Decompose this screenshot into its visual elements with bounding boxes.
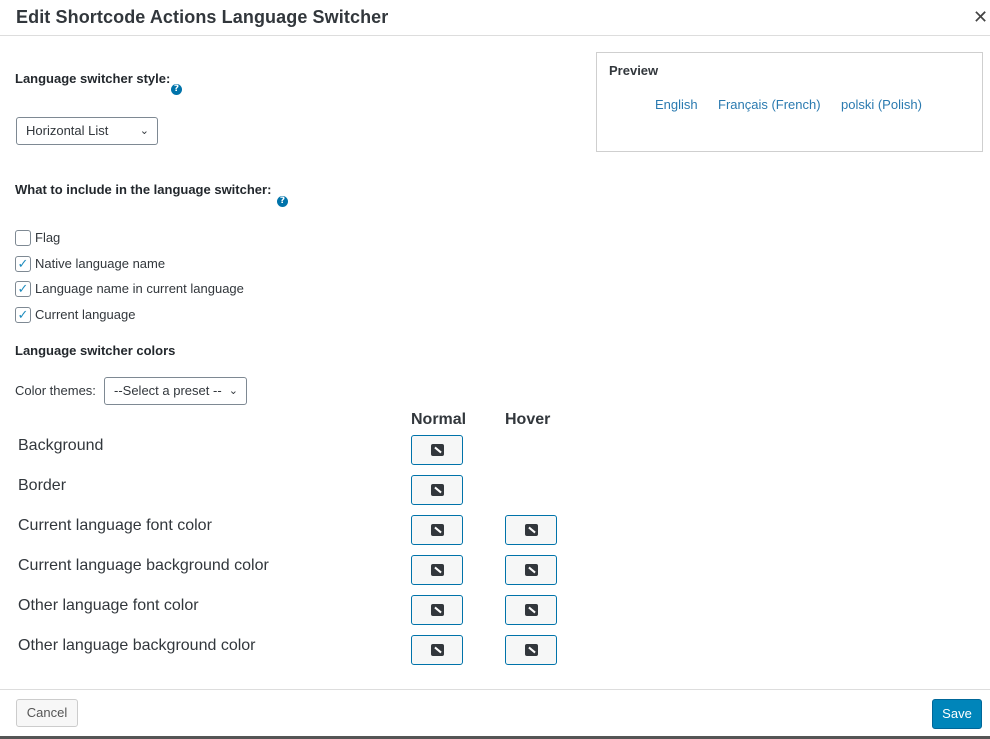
checkbox[interactable] xyxy=(15,230,31,246)
style-select[interactable]: Horizontal List ⌄ xyxy=(16,117,158,145)
color-themes-value: --Select a preset -- xyxy=(114,383,222,398)
other-background-normal-color-button[interactable] xyxy=(411,635,463,665)
preview-link-english[interactable]: English xyxy=(655,97,698,112)
preview-link-polish[interactable]: polski (Polish) xyxy=(841,97,922,112)
chevron-down-icon: ⌄ xyxy=(228,385,238,397)
help-icon[interactable]: ? xyxy=(171,84,182,95)
style-label: Language switcher style: xyxy=(15,71,171,86)
color-picker-icon xyxy=(525,564,538,576)
preview-link-french[interactable]: Français (French) xyxy=(718,97,821,112)
color-picker-icon xyxy=(525,604,538,616)
help-icon[interactable]: ? xyxy=(277,196,288,207)
preview-panel: Preview English Français (French) polski… xyxy=(596,52,983,152)
other-background-hover-color-button[interactable] xyxy=(505,635,557,665)
color-themes-select[interactable]: --Select a preset -- ⌄ xyxy=(104,377,247,405)
option-label: Flag xyxy=(35,230,61,245)
column-normal: Normal xyxy=(411,411,467,428)
checkmark-icon[interactable]: ✓ xyxy=(15,256,31,272)
color-picker-icon xyxy=(431,564,444,576)
color-picker-icon xyxy=(431,444,444,456)
checkmark-icon[interactable]: ✓ xyxy=(15,307,31,323)
current-background-normal-color-button[interactable] xyxy=(411,555,463,585)
row-label-border: Border xyxy=(18,477,67,494)
dialog-title: Edit Shortcode Actions Language Switcher xyxy=(16,7,389,27)
chevron-down-icon: ⌄ xyxy=(139,125,149,137)
color-picker-icon xyxy=(431,604,444,616)
style-select-value: Horizontal List xyxy=(26,123,109,138)
preview-title: Preview xyxy=(609,63,659,78)
close-icon[interactable]: ✕ xyxy=(973,7,988,28)
other-font-hover-color-button[interactable] xyxy=(505,595,557,625)
row-label-background: Background xyxy=(18,437,104,454)
color-picker-icon xyxy=(525,524,538,536)
save-button[interactable]: Save xyxy=(932,699,982,729)
border-normal-color-button[interactable] xyxy=(411,475,463,505)
include-label: What to include in the language switcher… xyxy=(15,182,272,197)
other-font-normal-color-button[interactable] xyxy=(411,595,463,625)
colors-label: Language switcher colors xyxy=(15,343,176,358)
column-hover: Hover xyxy=(505,411,551,428)
option-label: Current language xyxy=(35,307,136,322)
current-font-normal-color-button[interactable] xyxy=(411,515,463,545)
row-label-other-background: Other language background color xyxy=(18,637,256,654)
color-picker-icon xyxy=(431,524,444,536)
row-label-other-font: Other language font color xyxy=(18,597,199,614)
cancel-button[interactable]: Cancel xyxy=(16,699,78,727)
checkmark-icon[interactable]: ✓ xyxy=(15,281,31,297)
color-themes-label: Color themes: xyxy=(15,383,96,398)
dialog-header: Edit Shortcode Actions Language Switcher… xyxy=(0,0,990,36)
color-picker-icon xyxy=(431,484,444,496)
color-picker-icon xyxy=(431,644,444,656)
row-label-current-font: Current language font color xyxy=(18,517,212,534)
background-normal-color-button[interactable] xyxy=(411,435,463,465)
current-background-hover-color-button[interactable] xyxy=(505,555,557,585)
row-label-current-background: Current language background color xyxy=(18,557,269,574)
color-picker-icon xyxy=(525,644,538,656)
option-label: Native language name xyxy=(35,256,166,271)
dialog-footer: Cancel Save xyxy=(0,689,990,739)
current-font-hover-color-button[interactable] xyxy=(505,515,557,545)
option-label: Language name in current language xyxy=(35,281,244,296)
